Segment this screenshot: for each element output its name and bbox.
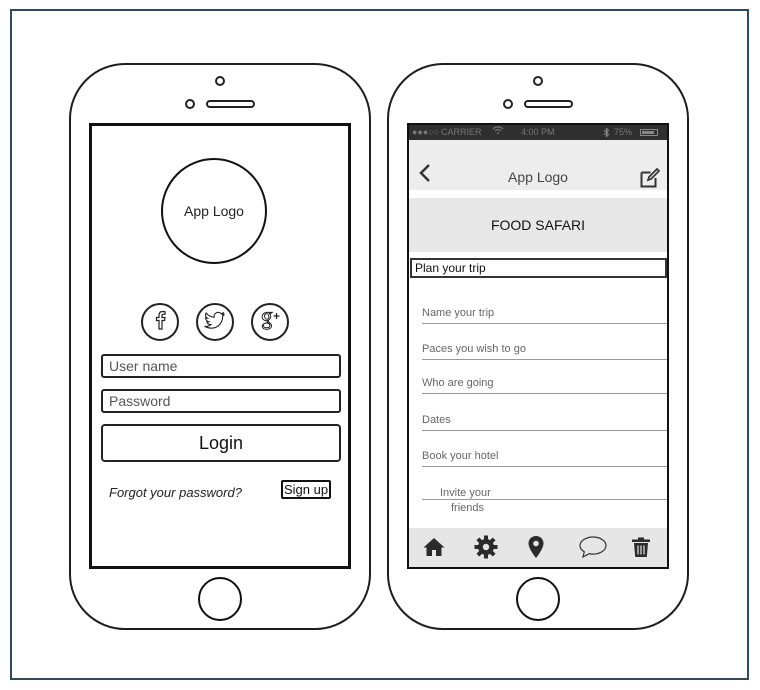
signup-button[interactable]: Sign up: [281, 480, 331, 499]
tab-bar: [409, 528, 667, 567]
home-hardware-button[interactable]: [516, 577, 560, 621]
field-dates[interactable]: Dates: [422, 411, 667, 431]
nav-bar: App Logo: [409, 140, 667, 190]
banner-title: FOOD SAFARI: [409, 198, 667, 252]
invite-friends-line1[interactable]: Invite your: [440, 487, 491, 499]
home-icon: [422, 536, 446, 563]
app-logo: App Logo: [161, 158, 267, 264]
login-button[interactable]: Login: [101, 424, 341, 462]
invite-friends-line2[interactable]: friends: [451, 502, 484, 514]
trash-icon: [631, 536, 651, 563]
login-screen: App Logo Login Forgot your password? Sig…: [89, 123, 351, 569]
gear-icon: [474, 535, 498, 564]
field-who-going[interactable]: Who are going: [422, 374, 667, 394]
speaker-grille: [206, 100, 255, 108]
tab-delete[interactable]: [627, 536, 655, 562]
signal-dots-icon: ●●●○○: [412, 127, 440, 137]
camera-dot: [533, 76, 543, 86]
tab-settings[interactable]: [472, 535, 500, 564]
chat-bubble-icon: [578, 535, 608, 564]
section-header: Plan your trip: [410, 258, 667, 278]
invite-underline: [422, 499, 667, 500]
password-field[interactable]: [101, 389, 341, 413]
tab-home[interactable]: [420, 536, 448, 562]
field-trip-name[interactable]: Name your trip: [422, 304, 667, 324]
sensor-dot: [185, 99, 195, 109]
map-pin-icon: [527, 535, 545, 564]
edit-icon[interactable]: [639, 167, 661, 194]
wifi-icon: [492, 125, 504, 140]
google-plus-icon: [258, 309, 282, 336]
google-plus-button[interactable]: [251, 303, 289, 341]
facebook-icon: [152, 309, 168, 336]
tab-location[interactable]: [522, 535, 550, 564]
carrier-label: CARRIER: [441, 127, 482, 137]
sensor-dot: [503, 99, 513, 109]
bluetooth-icon: [603, 125, 610, 140]
status-time: 4:00 PM: [521, 127, 555, 137]
status-bar: ●●●○○ CARRIER 4:00 PM 75%: [409, 125, 667, 140]
username-field[interactable]: [101, 354, 341, 378]
twitter-icon: [203, 311, 226, 334]
twitter-button[interactable]: [196, 303, 234, 341]
field-places[interactable]: Paces you wish to go: [422, 340, 667, 360]
field-hotel[interactable]: Book your hotel: [422, 447, 667, 467]
forgot-password-link[interactable]: Forgot your password?: [109, 485, 242, 500]
battery-percent: 75%: [614, 127, 633, 137]
speaker-grille: [524, 100, 573, 108]
camera-dot: [215, 76, 225, 86]
facebook-button[interactable]: [141, 303, 179, 341]
home-hardware-button[interactable]: [198, 577, 242, 621]
battery-icon: [640, 129, 658, 136]
tab-messages[interactable]: [577, 535, 609, 564]
nav-title: App Logo: [508, 169, 568, 185]
trip-planner-screen: ●●●○○ CARRIER 4:00 PM 75% App Logo FOOD …: [407, 123, 669, 569]
